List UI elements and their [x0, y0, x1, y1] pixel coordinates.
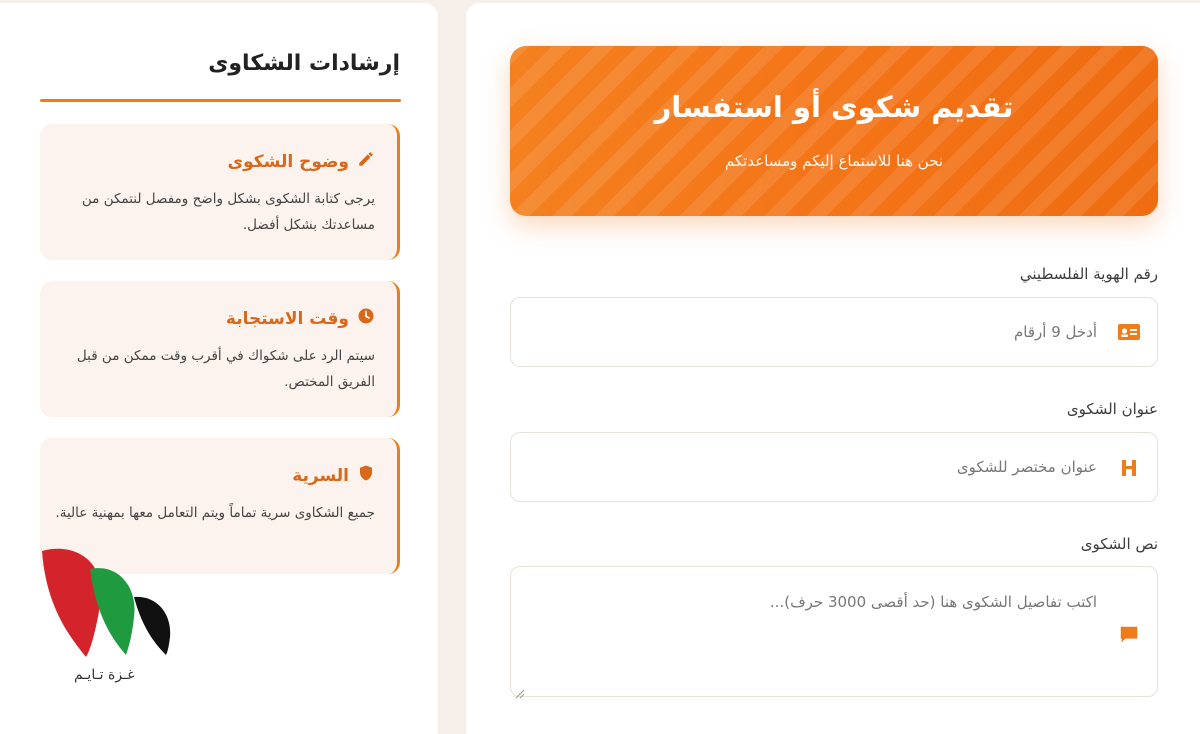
- id-number-input[interactable]: أدخل 9 أرقام: [510, 297, 1158, 367]
- tip-title: وضوح الشكوى: [227, 151, 349, 172]
- tip-title: وقت الاستجابة: [225, 308, 349, 329]
- tip-text: جميع الشكاوى سرية تماماً ويتم التعامل مع…: [55, 505, 375, 521]
- complaint-title-placeholder: عنوان مختصر للشكوى: [956, 458, 1097, 476]
- complaint-text-area[interactable]: اكتب تفاصيل الشكوى هنا (حد أقصى 3000 حرف…: [510, 566, 1158, 699]
- id-card-icon: [1117, 320, 1141, 344]
- guidelines-title: إرشادات الشكاوى: [208, 51, 400, 76]
- tip-clarity: وضوح الشكوى يرجى كتابة الشكوى بشكل واضح …: [40, 124, 400, 260]
- tip-clarity-heading: وضوح الشكوى: [228, 150, 375, 173]
- clock-icon: [357, 307, 375, 330]
- id-number-placeholder: أدخل 9 أرقام: [1013, 323, 1097, 341]
- comment-icon: [1117, 623, 1141, 647]
- tip-confidentiality-heading: السرية: [292, 464, 375, 487]
- guidelines-divider: [40, 99, 401, 102]
- heading-icon: [1117, 456, 1141, 480]
- complaint-text-label: نص الشكوى: [1080, 535, 1158, 553]
- complaint-title-input[interactable]: عنوان مختصر للشكوى: [510, 432, 1158, 502]
- shield-icon: [357, 464, 375, 487]
- pencil-icon: [357, 150, 375, 173]
- form-subtitle: نحن هنا للاستماع إليكم ومساعدتكم: [724, 152, 944, 170]
- form-title: تقديم شكوى أو استفسار: [654, 90, 1014, 124]
- logo-wordmark: غـزة تـايـم: [74, 667, 135, 683]
- tip-title: السرية: [292, 465, 349, 486]
- complaint-title-label: عنوان الشكوى: [1066, 400, 1158, 418]
- page: إرشادات الشكاوى وضوح الشكوى يرجى كتابة ا…: [0, 0, 1200, 734]
- complaint-form: تقديم شكوى أو استفسار نحن هنا للاستماع إ…: [466, 3, 1200, 734]
- tip-response-heading: وقت الاستجابة: [226, 307, 375, 330]
- tip-text: يرجى كتابة الشكوى بشكل واضح ومفصل لنتمكن…: [81, 191, 375, 233]
- id-number-label: رقم الهوية الفلسطيني: [1019, 265, 1158, 283]
- resize-handle[interactable]: [515, 684, 525, 699]
- form-header-banner: تقديم شكوى أو استفسار نحن هنا للاستماع إ…: [510, 46, 1158, 216]
- complaint-text-placeholder: اكتب تفاصيل الشكوى هنا (حد أقصى 3000 حرف…: [769, 593, 1097, 611]
- tip-response-time: وقت الاستجابة سيتم الرد على شكواك في أقر…: [40, 281, 400, 417]
- tip-text: سيتم الرد على شكواك في أقرب وقت ممكن من …: [76, 348, 375, 390]
